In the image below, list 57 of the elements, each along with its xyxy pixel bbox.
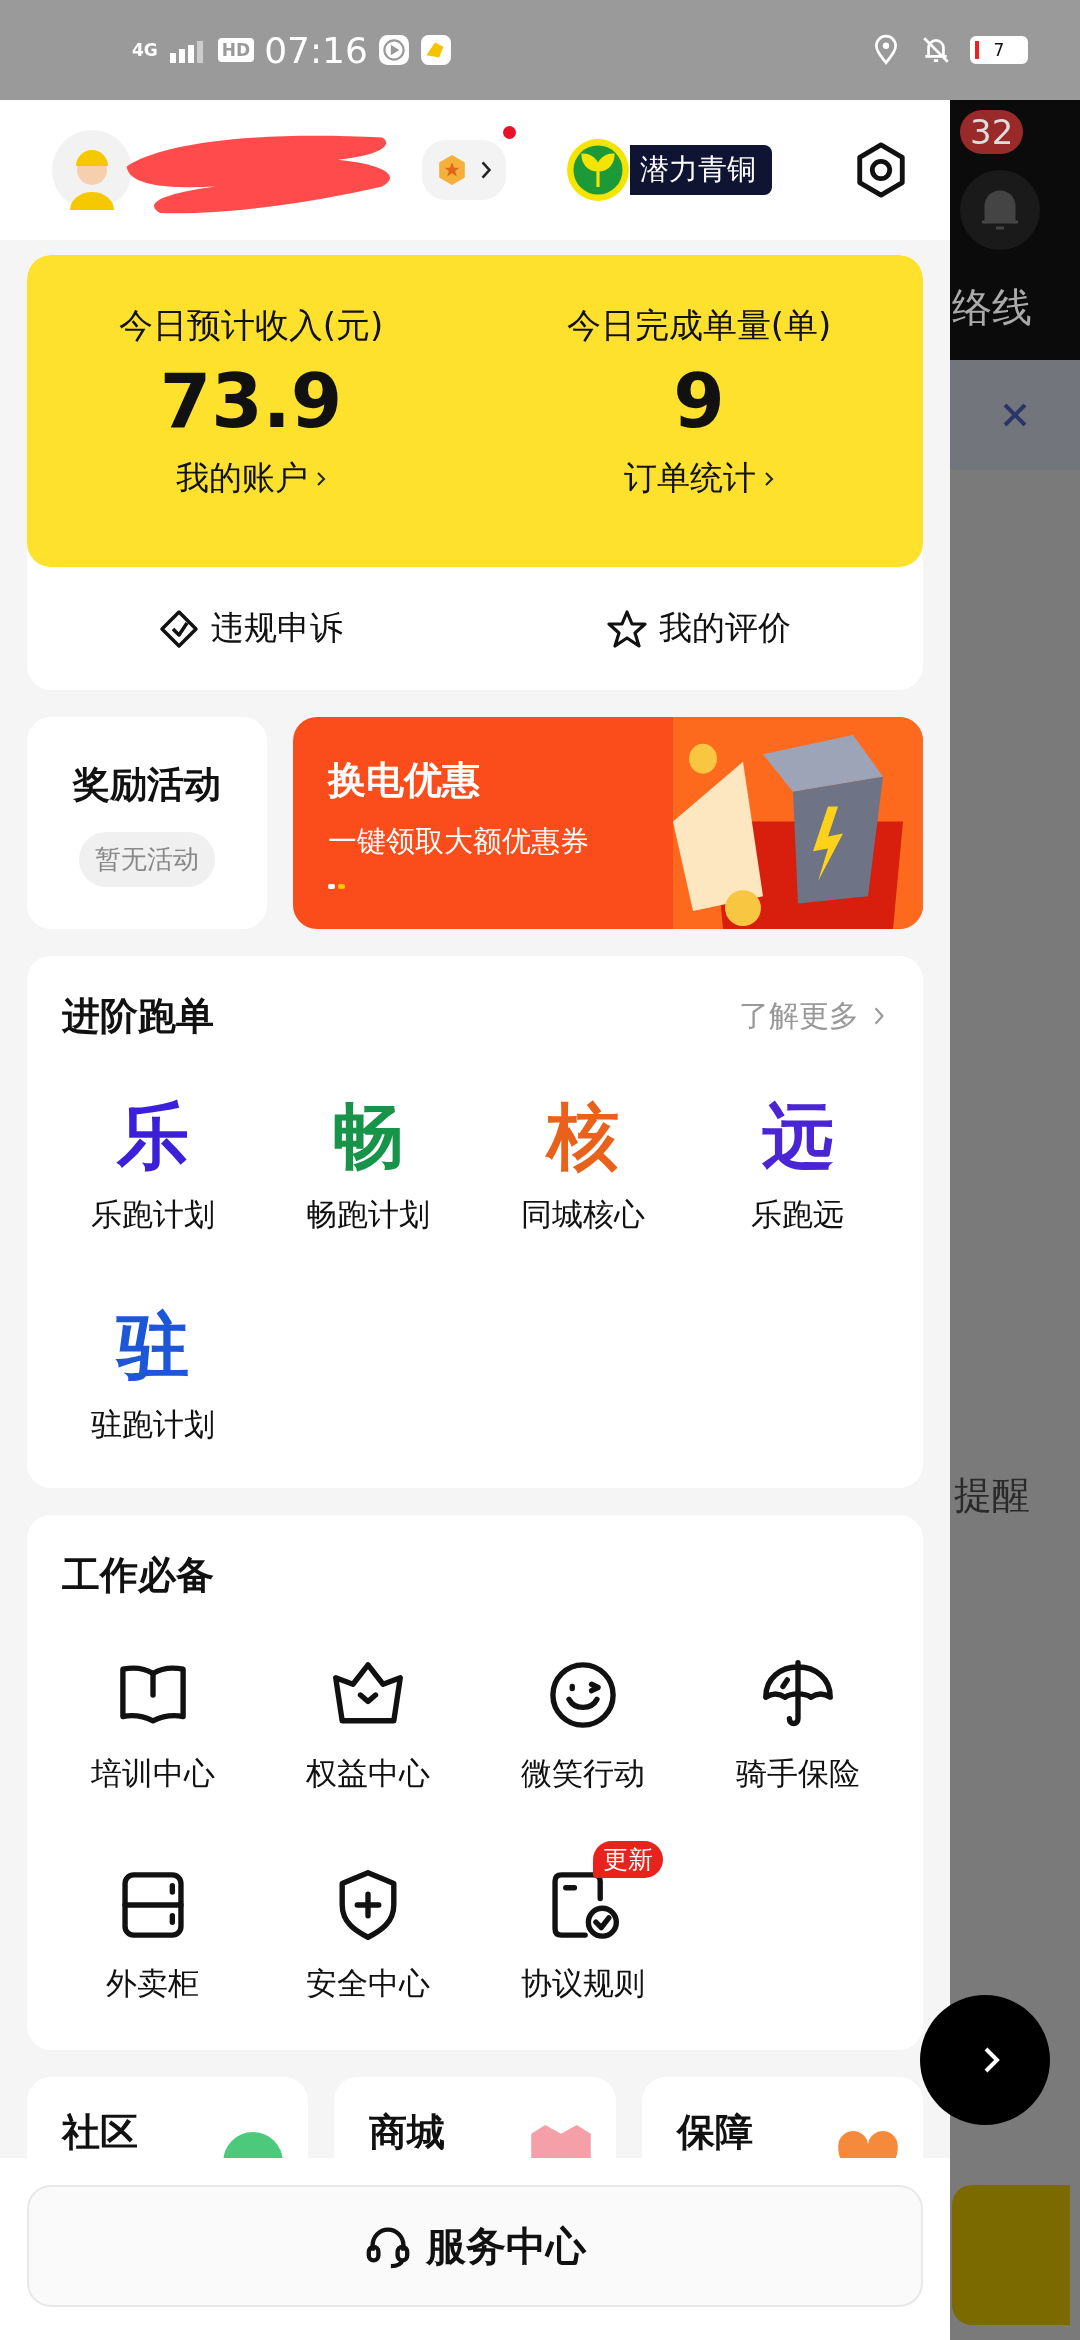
shortcut-card[interactable]: 保障 xyxy=(641,2077,923,2158)
quick-action[interactable]: 我的评价 xyxy=(475,567,923,690)
tool-item[interactable]: 权益中心 xyxy=(260,1625,475,1795)
tool-item[interactable]: 微笑行动 xyxy=(475,1625,690,1795)
section-title: 进阶跑单 xyxy=(62,992,214,1040)
section-title: 工作必备 xyxy=(62,1551,214,1599)
chevron-icon xyxy=(982,2045,1002,2075)
level-badge[interactable]: 潜力青铜 xyxy=(630,145,772,195)
chevron-icon xyxy=(316,470,326,487)
rewards-card[interactable]: 奖励活动 暂无活动 xyxy=(27,717,267,929)
service-center-button[interactable]: 服务中心 xyxy=(27,2185,923,2307)
plan-item[interactable]: 远 乐跑远 xyxy=(690,1066,905,1236)
carousel-dots xyxy=(328,884,345,889)
shortcut-title: 商城 xyxy=(369,2109,446,2156)
diamond-check-icon xyxy=(159,608,199,649)
stat-link[interactable]: 我的账户 xyxy=(176,456,326,502)
background-text: 络线 xyxy=(952,283,1032,332)
sprout-icon xyxy=(566,138,630,202)
tool-item[interactable]: 培训中心 xyxy=(45,1625,260,1795)
play-icon xyxy=(377,34,410,66)
quick-action[interactable]: 违规申诉 xyxy=(27,567,475,690)
update-badge: 更新 xyxy=(592,1841,663,1878)
shortcut-card[interactable]: 社区 xyxy=(27,2077,309,2158)
stat-link[interactable]: 订单统计 xyxy=(624,456,774,502)
stat-value: 73.9 xyxy=(159,361,343,443)
stat-label: 今日预计收入(元) xyxy=(118,304,384,347)
banner-subtitle: 一键领取大额优惠券 xyxy=(328,823,590,860)
network-label: 4G xyxy=(132,40,158,60)
rewards-title: 奖励活动 xyxy=(73,761,221,808)
clock: 07:16 xyxy=(264,29,368,71)
tool-item[interactable]: 安全中心 xyxy=(260,1835,475,2005)
battery-icon: 7 xyxy=(970,36,1028,64)
app-icon xyxy=(419,34,452,66)
banner-title: 换电优惠 xyxy=(328,757,481,804)
background-text: 提醒 xyxy=(954,1472,1030,1519)
tool-item[interactable]: 骑手保险 xyxy=(690,1625,905,1795)
bell-icon[interactable] xyxy=(960,170,1040,250)
tool-item[interactable]: 外卖柜 xyxy=(45,1835,260,2005)
hd-badge: HD xyxy=(217,38,255,62)
shortcut-card[interactable]: 商城 xyxy=(334,2077,616,2158)
chevron-icon xyxy=(764,470,774,487)
shortcut-title: 社区 xyxy=(62,2109,138,2156)
chevron-icon xyxy=(873,1005,885,1027)
chevron-icon xyxy=(480,159,492,181)
star-icon xyxy=(607,608,647,649)
stat-value: 9 xyxy=(673,361,725,443)
plan-item[interactable]: 畅 畅跑计划 xyxy=(260,1066,475,1236)
plan-item[interactable]: 驻 驻跑计划 xyxy=(45,1276,260,1446)
star-medal-icon xyxy=(436,154,468,186)
notification-count: 32 xyxy=(960,110,1024,154)
plan-item[interactable]: 核 同城核心 xyxy=(475,1066,690,1236)
medal-chip[interactable] xyxy=(422,140,506,200)
shortcut-title: 保障 xyxy=(676,2109,753,2156)
tool-item[interactable]: 更新 协议规则 xyxy=(475,1835,690,2005)
plan-item[interactable]: 乐 乐跑计划 xyxy=(45,1066,260,1236)
stat-label: 今日完成单量(单) xyxy=(566,304,832,347)
status-pill: 暂无活动 xyxy=(79,831,215,887)
